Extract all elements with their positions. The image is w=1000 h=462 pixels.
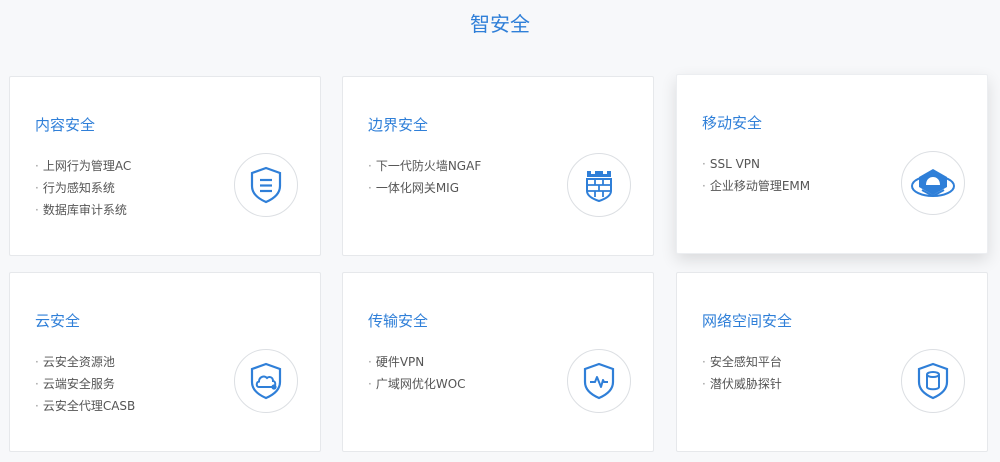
list-item[interactable]: · 一体化网关MIG — [368, 177, 481, 199]
cyberspace-database-icon — [901, 349, 965, 413]
cloud-shield-icon — [234, 349, 298, 413]
transmission-shield-icon — [567, 349, 631, 413]
product-list: · SSL VPN · 企业移动管理EMM — [702, 153, 810, 197]
product-list: · 下一代防火墙NGAF · 一体化网关MIG — [368, 155, 481, 199]
product-card-cloud-security[interactable]: 云安全 · 云安全资源池 · 云端安全服务 · 云安全代理CASB — [9, 272, 321, 452]
list-item[interactable]: · 企业移动管理EMM — [702, 175, 810, 197]
card-title[interactable]: 网络空间安全 — [702, 310, 792, 331]
product-card-content-security[interactable]: 内容安全 · 上网行为管理AC · 行为感知系统 · 数据库审计系统 — [9, 76, 321, 256]
product-list: · 云安全资源池 · 云端安全服务 · 云安全代理CASB — [35, 351, 135, 417]
list-item[interactable]: · 上网行为管理AC — [35, 155, 131, 177]
list-item[interactable]: · 广域网优化WOC — [368, 373, 466, 395]
mobile-security-icon — [901, 151, 965, 215]
product-card-cyberspace-security[interactable]: 网络空间安全 · 安全感知平台 · 潜伏威胁探针 — [676, 272, 988, 452]
product-card-boundary-security[interactable]: 边界安全 · 下一代防火墙NGAF · 一体化网关MIG — [342, 76, 654, 256]
list-item[interactable]: · 安全感知平台 — [702, 351, 782, 373]
list-item[interactable]: · 潜伏威胁探针 — [702, 373, 782, 395]
page-title: 智安全 — [470, 12, 530, 36]
product-list: · 上网行为管理AC · 行为感知系统 · 数据库审计系统 — [35, 155, 131, 221]
shield-document-icon — [234, 153, 298, 217]
list-item[interactable]: · 云安全代理CASB — [35, 395, 135, 417]
card-title[interactable]: 移动安全 — [702, 112, 762, 133]
card-title[interactable]: 边界安全 — [368, 114, 428, 135]
list-item[interactable]: · 数据库审计系统 — [35, 199, 131, 221]
product-card-transmission-security[interactable]: 传输安全 · 硬件VPN · 广域网优化WOC — [342, 272, 654, 452]
card-title[interactable]: 内容安全 — [35, 114, 95, 135]
list-item[interactable]: · 云安全资源池 — [35, 351, 135, 373]
list-item[interactable]: · 硬件VPN — [368, 351, 466, 373]
list-item[interactable]: · 下一代防火墙NGAF — [368, 155, 481, 177]
product-list: · 硬件VPN · 广域网优化WOC — [368, 351, 466, 395]
firewall-icon — [567, 153, 631, 217]
product-list: · 安全感知平台 · 潜伏威胁探针 — [702, 351, 782, 395]
product-card-mobile-security[interactable]: 移动安全 · SSL VPN · 企业移动管理EMM — [676, 74, 988, 254]
list-item[interactable]: · 行为感知系统 — [35, 177, 131, 199]
card-title[interactable]: 传输安全 — [368, 310, 428, 331]
list-item[interactable]: · SSL VPN — [702, 153, 810, 175]
card-title[interactable]: 云安全 — [35, 310, 80, 331]
list-item[interactable]: · 云端安全服务 — [35, 373, 135, 395]
